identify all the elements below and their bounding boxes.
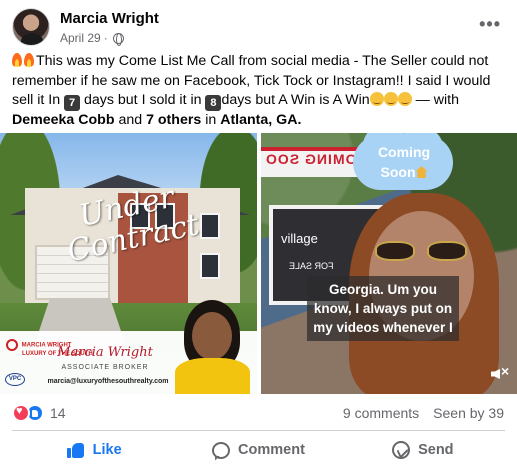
video-caption: Georgia. Um you know, I always put on my…: [307, 276, 459, 341]
comment-label: Comment: [238, 442, 305, 458]
smile-emoji-icon: [397, 92, 412, 106]
seen-by-link[interactable]: Seen by 39: [433, 405, 504, 421]
tagged-person-link[interactable]: Demeeka Cobb: [12, 112, 115, 128]
agent-body: [175, 358, 250, 394]
smile-emoji-icon: [383, 92, 398, 106]
mute-icon[interactable]: [491, 363, 509, 383]
sign-sale-text: FOR SALE: [289, 261, 334, 271]
sunglasses-lens: [375, 241, 415, 261]
location-link[interactable]: Atlanta, GA.: [220, 112, 301, 128]
brand-logo-icon: [6, 339, 18, 351]
comment-button[interactable]: Comment: [176, 433, 340, 467]
post-date[interactable]: April 29: [60, 31, 101, 45]
listing-photo[interactable]: Under Contract MARCIA WRIGHT LUXURY OF T…: [0, 133, 257, 394]
post-text-part2: days but I sold it in: [80, 92, 206, 108]
messenger-icon: [392, 441, 411, 459]
like-button[interactable]: Like: [12, 433, 176, 467]
in-text: in: [201, 112, 221, 128]
sunglasses-lens: [427, 241, 467, 261]
comments-count-link[interactable]: 9 comments: [343, 405, 419, 421]
divider: [12, 430, 505, 431]
fire-emoji-icon: [24, 53, 34, 67]
agent-email: marcia@luxuryofthesouthrealty.com: [47, 378, 169, 385]
like-label: Like: [92, 442, 122, 458]
fire-emoji-icon: [12, 53, 22, 67]
coming-soon-text: Coming Soon: [369, 142, 439, 182]
tagged-others-link[interactable]: 7 others: [146, 112, 201, 128]
smile-emoji-icon: [369, 92, 384, 106]
post-header: Marcia Wright April 29 · •••: [12, 8, 505, 46]
globe-icon: [112, 32, 124, 46]
reaction-summary[interactable]: 14: [12, 403, 66, 423]
sunglasses: [371, 241, 471, 261]
love-reaction-icon: [12, 404, 30, 422]
keycap-seven-icon: 7: [64, 95, 81, 111]
post-text-part3: days but A Win is A Win: [221, 92, 370, 108]
with-prefix: — with: [411, 92, 459, 108]
house-window: [200, 253, 220, 279]
more-options-icon[interactable]: •••: [479, 14, 501, 35]
thumbs-up-icon: [66, 441, 85, 459]
coming-line2: Soon: [380, 164, 416, 180]
engagement-stats: 9 comments Seen by 39: [343, 405, 504, 421]
author-avatar[interactable]: [12, 8, 50, 46]
post-media: Under Contract MARCIA WRIGHT LUXURY OF T…: [0, 133, 517, 394]
and-text: and: [114, 112, 147, 128]
post-meta: April 29 ·: [60, 31, 124, 46]
action-bar: Like Comment Send: [12, 433, 505, 467]
agent-name: Marcia Wright: [57, 345, 153, 360]
post-text: This was my Come List Me Call from socia…: [12, 52, 507, 131]
coming-line1: Coming: [377, 144, 431, 160]
meta-separator: ·: [103, 31, 108, 45]
house-emoji-icon: [415, 166, 428, 178]
keycap-eight-icon: 8: [205, 95, 222, 111]
agent-portrait: [170, 300, 255, 394]
agent-face: [192, 312, 232, 360]
send-label: Send: [418, 442, 454, 458]
author-name[interactable]: Marcia Wright: [60, 10, 159, 27]
selfie-video[interactable]: COMING SOO village FOR SALE Coming Soon …: [261, 133, 517, 394]
comment-icon: [212, 441, 231, 459]
reaction-count: 14: [50, 405, 66, 421]
agent-title: ASSOCIATE BROKER: [61, 364, 149, 371]
send-button[interactable]: Send: [341, 433, 505, 467]
sign-brand: village: [281, 231, 318, 246]
vpc-logo: VPC: [5, 373, 25, 386]
